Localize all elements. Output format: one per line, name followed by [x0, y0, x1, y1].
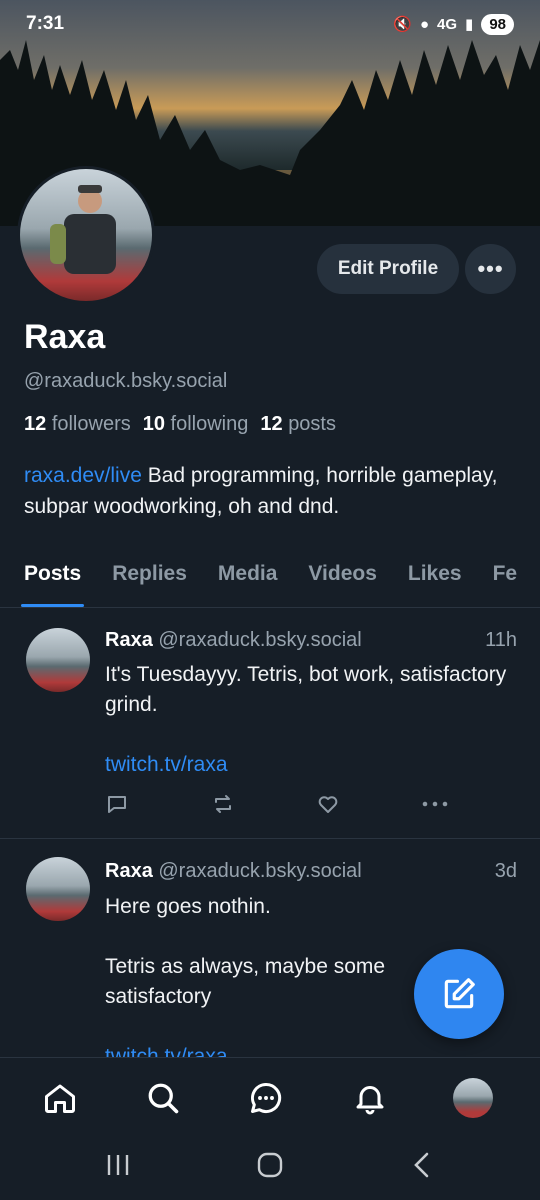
bottom-nav [0, 1057, 540, 1139]
tab-feeds[interactable]: Fe [493, 548, 518, 607]
clock: 7:31 [26, 13, 65, 34]
search-icon[interactable] [143, 1078, 183, 1118]
home-button-icon[interactable] [256, 1151, 284, 1184]
profile-stats: 12 followers 10 following 12 posts [24, 413, 336, 436]
post-time: 3d [494, 860, 517, 882]
network-label: 4G [437, 15, 458, 33]
home-icon[interactable] [40, 1078, 80, 1118]
posts-count: 12 posts [260, 413, 336, 435]
compose-button[interactable] [414, 949, 504, 1039]
battery-indicator: 98 [481, 13, 514, 35]
signal-icon: ▮ [465, 16, 474, 33]
profile-avatar[interactable] [17, 166, 155, 304]
chat-icon[interactable] [246, 1078, 286, 1118]
profile-bio: raxa.dev/live Bad programming, horrible … [24, 460, 524, 522]
like-icon[interactable] [316, 792, 340, 821]
post-header: Raxa @raxaduck.bsky.social [105, 629, 362, 652]
status-bar: 7:31 🔇 ● 4G ▮ 98 [0, 0, 540, 48]
post-avatar[interactable] [26, 857, 90, 921]
recent-apps-icon[interactable] [105, 1151, 131, 1184]
tab-likes[interactable]: Likes [408, 548, 462, 607]
tab-videos[interactable]: Videos [308, 548, 376, 607]
system-navigation [0, 1139, 540, 1200]
tab-media[interactable]: Media [218, 548, 278, 607]
post-time: 11h [485, 629, 517, 651]
tab-posts[interactable]: Posts [20, 548, 85, 607]
post-handle[interactable]: @raxaduck.bsky.social [158, 629, 361, 651]
post-header: Raxa @raxaduck.bsky.social [105, 860, 362, 883]
more-options-button[interactable]: ••• [465, 244, 516, 294]
tab-replies[interactable]: Replies [112, 548, 187, 607]
profile-handle: @raxaduck.bsky.social [24, 370, 228, 392]
profile-tabs: Posts Replies Media Videos Likes Fe [0, 548, 540, 608]
edit-profile-button[interactable]: Edit Profile [317, 244, 459, 294]
repost-icon[interactable] [211, 792, 235, 821]
post-author[interactable]: Raxa [105, 629, 153, 651]
location-icon: ● [419, 15, 430, 33]
following-link[interactable]: 10 following [143, 413, 249, 436]
nav-profile-avatar[interactable] [453, 1078, 493, 1118]
post-author[interactable]: Raxa [105, 860, 153, 882]
profile-name: Raxa [24, 318, 106, 356]
post-link[interactable]: twitch.tv/raxa [105, 753, 228, 776]
post-body: It's Tuesdayyy. Tetris, bot work, satisf… [105, 663, 507, 716]
post-link[interactable]: twitch.tv/raxa [105, 1045, 228, 1057]
avatar-photo [50, 185, 116, 274]
back-icon[interactable] [410, 1151, 434, 1184]
compose-icon [444, 978, 475, 1009]
bell-icon[interactable] [350, 1078, 390, 1118]
post-handle[interactable]: @raxaduck.bsky.social [158, 860, 361, 882]
followers-link[interactable]: 12 followers [24, 413, 131, 436]
bio-link[interactable]: raxa.dev/live [24, 464, 142, 487]
reply-icon[interactable] [105, 792, 129, 821]
post-avatar[interactable] [26, 628, 90, 692]
more-icon[interactable] [421, 792, 449, 821]
post-body: Here goes nothin. Tetris as always, mayb… [105, 895, 386, 1008]
post-text: It's Tuesdayyy. Tetris, bot work, satisf… [105, 660, 515, 780]
mute-icon: 🔇 [393, 16, 412, 33]
post-actions [105, 792, 455, 818]
